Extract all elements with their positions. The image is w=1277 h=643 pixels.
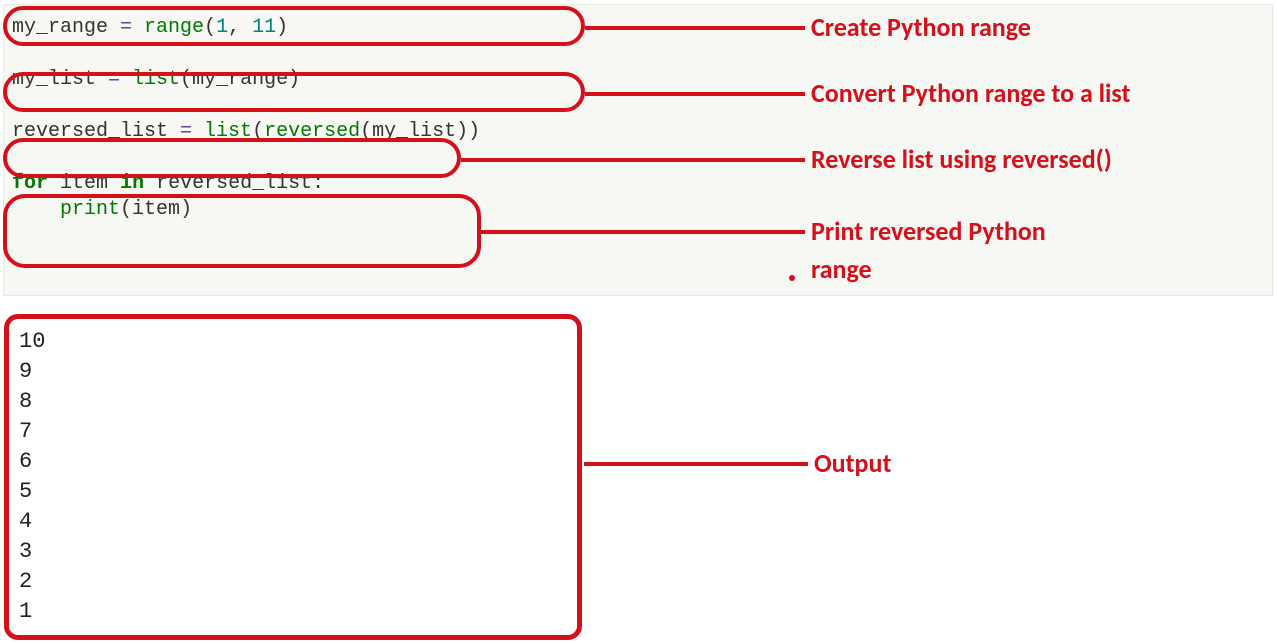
paren: (: [120, 198, 132, 221]
annotation-create-range: Create Python range: [811, 12, 1031, 42]
eq: =: [96, 68, 132, 91]
num: 1: [216, 16, 228, 39]
output-line: 4: [19, 507, 567, 537]
var: my_list: [12, 68, 96, 91]
iter: reversed_list: [156, 172, 312, 195]
code-line-5: print(item): [12, 197, 1264, 223]
annotation-reverse: Reverse list using reversed(): [811, 144, 1112, 174]
annotation-print-l1: Print reversed Python: [811, 216, 1046, 246]
output-line: 2: [19, 567, 567, 597]
fn-list: list: [204, 120, 252, 143]
stray-dot-icon: [789, 275, 795, 281]
paren: ): [180, 198, 192, 221]
paren: ): [288, 68, 300, 91]
fn-reversed: reversed: [264, 120, 360, 143]
connector-output: [584, 462, 808, 466]
output-line: 8: [19, 387, 567, 417]
num: 11: [252, 16, 276, 39]
paren: (: [204, 16, 216, 39]
output-line: 9: [19, 357, 567, 387]
paren: (: [252, 120, 264, 143]
paren: (: [180, 68, 192, 91]
var: reversed_list: [12, 120, 168, 143]
comma: ,: [228, 16, 252, 39]
output-line: 10: [19, 327, 567, 357]
arg: my_range: [192, 68, 288, 91]
annotation-convert-list: Convert Python range to a list: [811, 78, 1131, 108]
paren: ): [276, 16, 288, 39]
output-line: 7: [19, 417, 567, 447]
colon: :: [312, 172, 324, 195]
paren: (: [360, 120, 372, 143]
var: my_range: [12, 16, 108, 39]
annotation-output: Output: [814, 448, 891, 478]
item: item: [60, 172, 108, 195]
kw-for: for: [12, 172, 48, 195]
output-line: 5: [19, 477, 567, 507]
eq: =: [168, 120, 204, 143]
eq: =: [108, 16, 144, 39]
arg: item: [132, 198, 180, 221]
annotation-print-l2: range: [811, 254, 872, 284]
fn-range: range: [144, 16, 204, 39]
code-line-3: reversed_list = list(reversed(my_list)): [12, 119, 1264, 145]
paren: )): [456, 120, 480, 143]
arg: my_list: [372, 120, 456, 143]
output-box: 10 9 8 7 6 5 4 3 2 1: [4, 314, 582, 640]
output-line: 3: [19, 537, 567, 567]
fn-print: print: [60, 198, 120, 221]
code-line-1: my_range = range(1, 11): [12, 15, 1264, 41]
fn-list: list: [132, 68, 180, 91]
output-line: 6: [19, 447, 567, 477]
blank-line: [12, 41, 1264, 67]
kw-in: in: [120, 172, 144, 195]
output-line: 1: [19, 597, 567, 627]
